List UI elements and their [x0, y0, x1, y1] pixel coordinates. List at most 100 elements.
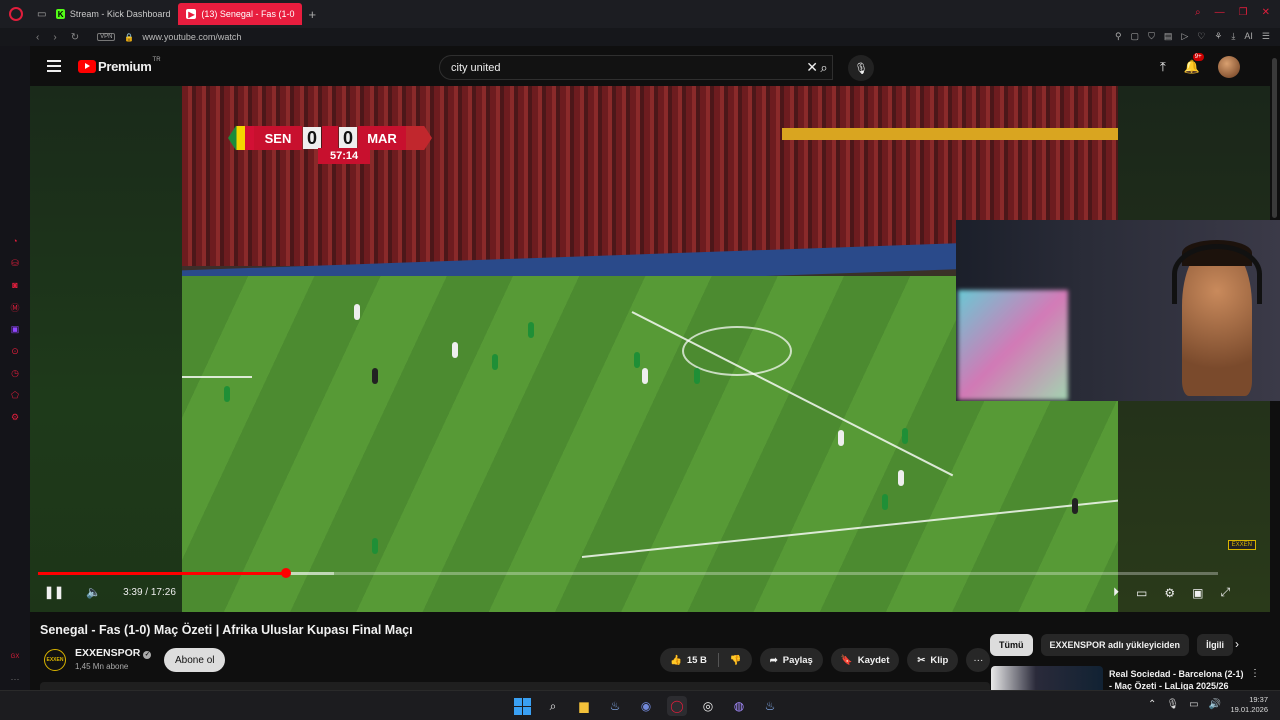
discord-icon[interactable]: ◉: [636, 696, 656, 716]
recommended-title[interactable]: Real Sociedad - Barcelona (2-1) - Maç Öz…: [1109, 668, 1249, 692]
volume-icon[interactable]: 🔈: [86, 585, 101, 599]
player-icon[interactable]: ▷: [1181, 31, 1188, 42]
clip-button[interactable]: ✂ Klip: [907, 648, 959, 672]
sidebar-bag-icon[interactable]: ⛁: [11, 252, 19, 274]
vpn-badge[interactable]: VPN: [97, 33, 116, 41]
forward-button[interactable]: ›: [53, 32, 56, 43]
steam-icon[interactable]: ♨: [605, 696, 625, 716]
home-team: SEN: [254, 126, 302, 150]
tray-chevron-up-icon[interactable]: ⌃: [1148, 699, 1156, 710]
new-tab-button[interactable]: +: [308, 7, 316, 22]
notifications-button[interactable]: 🔔 9+: [1184, 53, 1204, 75]
close-window-button[interactable]: ✕: [1262, 7, 1270, 18]
share-button[interactable]: ➦ Paylaş: [759, 648, 823, 672]
chip-related[interactable]: İlgili: [1197, 634, 1234, 656]
chevron-right-icon[interactable]: ›: [1235, 637, 1239, 651]
heart-icon[interactable]: ♡: [1197, 31, 1205, 42]
fullscreen-icon[interactable]: ⤢: [1220, 585, 1230, 600]
obs-icon[interactable]: ◎: [698, 696, 718, 716]
youtube-logo[interactable]: Premium TR: [78, 57, 161, 74]
like-icon[interactable]: 👍: [670, 655, 682, 666]
tab-youtube-video[interactable]: ▶ (13) Senegal - Fas (1-0: [178, 3, 303, 25]
sidebar-settings-icon[interactable]: ⚙: [11, 406, 19, 428]
sidebar-history-icon[interactable]: ◷: [11, 362, 19, 384]
subscribe-button[interactable]: Abone ol: [164, 648, 226, 672]
autoplay-toggle-icon[interactable]: ⏵: [1113, 585, 1119, 600]
pin-icon[interactable]: ⚲: [1115, 31, 1122, 42]
search-box[interactable]: city united ✕: [439, 55, 833, 80]
recommended-more-icon[interactable]: ⋮: [1250, 668, 1260, 679]
opera-gx-taskbar-icon[interactable]: ◯: [667, 696, 687, 716]
snapshot-icon[interactable]: ▢: [1131, 31, 1140, 42]
channel-name[interactable]: EXXENSPOR ✓: [75, 647, 152, 659]
maximize-button[interactable]: ❐: [1239, 7, 1248, 18]
recommended-thumbnail[interactable]: [991, 666, 1103, 692]
menu-icon[interactable]: ☰: [1262, 31, 1270, 42]
miniplayer-icon[interactable]: ▣: [1192, 586, 1203, 600]
extensions-icon[interactable]: ⚘: [1214, 31, 1222, 42]
tray-display-icon[interactable]: ▭: [1189, 699, 1198, 710]
tab-label: (13) Senegal - Fas (1-0: [201, 9, 295, 19]
dislike-icon[interactable]: 👎: [730, 655, 742, 666]
footballer: [902, 428, 908, 444]
more-actions-button[interactable]: ···: [966, 648, 991, 672]
voice-search-button[interactable]: 🎙: [848, 55, 874, 81]
description-box-edge: [40, 682, 990, 690]
wallet-icon[interactable]: ▤: [1164, 31, 1173, 42]
channel-watermark[interactable]: EXXEN: [1227, 540, 1256, 550]
tab-label: Stream - Kick Dashboard: [69, 9, 171, 19]
hamburger-menu-icon[interactable]: [47, 60, 61, 72]
save-button[interactable]: 🔖 Kaydet: [830, 648, 900, 672]
subtitles-icon[interactable]: ▭: [1136, 586, 1147, 600]
like-count[interactable]: 15 B: [687, 655, 707, 666]
video-player[interactable]: SEN 0 0 MAR 57:14 EXXEN ❚❚ 🔈 3:39 / 17:2…: [30, 86, 1280, 612]
url-field[interactable]: www.youtube.com/watch: [142, 32, 241, 42]
chat-app-icon[interactable]: ◍: [729, 696, 749, 716]
settings-gear-icon[interactable]: ⚙: [1164, 586, 1175, 600]
scrubber-handle[interactable]: [280, 568, 291, 578]
sidebar-m-icon[interactable]: Ⓜ: [10, 296, 19, 318]
upload-icon[interactable]: ⤒: [1160, 59, 1166, 75]
steam-client-icon[interactable]: ♨: [760, 696, 780, 716]
windows-start-icon[interactable]: [512, 696, 532, 716]
back-button[interactable]: ‹: [36, 32, 39, 43]
stadium-banner: [782, 128, 1118, 140]
chip-all[interactable]: Tümü: [990, 634, 1033, 656]
tray-mic-icon[interactable]: 🎙: [1166, 699, 1179, 710]
shield-icon[interactable]: ⛉: [1148, 31, 1155, 42]
chip-from-uploader[interactable]: EXXENSPOR adlı yükleyiciden: [1040, 634, 1190, 656]
file-explorer-icon[interactable]: ▆: [574, 696, 594, 716]
tab-kick-dashboard[interactable]: K Stream - Kick Dashboard: [50, 3, 178, 25]
youtube-icon: ▶: [186, 9, 197, 19]
progress-bar[interactable]: [38, 568, 1218, 578]
sidebar-twitch-icon[interactable]: ▣: [11, 318, 20, 340]
tray-volume-icon[interactable]: 🔊: [1209, 699, 1221, 710]
ai-icon[interactable]: AI: [1244, 31, 1253, 42]
search-tabs-icon[interactable]: ⌕: [1195, 7, 1201, 18]
channel-avatar[interactable]: EXXEN: [44, 649, 66, 671]
page-scrollbar[interactable]: [1272, 58, 1277, 218]
sidebar-messenger-icon[interactable]: ◙: [12, 274, 17, 296]
sidebar-player-icon[interactable]: ⊙: [11, 340, 19, 362]
sidebar-aria-icon[interactable]: ◔: [12, 230, 17, 252]
workspace-icon[interactable]: ▭: [37, 9, 46, 20]
channel-name-label[interactable]: EXXENSPOR: [75, 647, 140, 659]
video-blur-left: [30, 86, 182, 612]
sidebar-extensions-icon[interactable]: ⬠: [11, 384, 19, 406]
downloads-icon[interactable]: ⤓: [1231, 31, 1235, 42]
sidebar-more-icon[interactable]: ···: [11, 668, 20, 690]
reload-button[interactable]: ↻: [71, 32, 79, 43]
opera-logo-icon[interactable]: [9, 7, 23, 21]
system-clock[interactable]: 19:37 19.01.2026: [1230, 695, 1268, 715]
minimize-button[interactable]: —: [1215, 7, 1225, 18]
sidebar-gx-icon[interactable]: GX: [11, 646, 20, 668]
lock-icon[interactable]: 🔒: [124, 33, 134, 42]
pause-button[interactable]: ❚❚: [44, 585, 64, 599]
footballer: [354, 304, 360, 320]
footballer: [492, 354, 498, 370]
avatar[interactable]: [1217, 56, 1240, 78]
video-actions: 👍 15 B 👎 ➦ Paylaş 🔖 Kaydet ✂ Klip ···: [660, 648, 991, 672]
search-input[interactable]: city united: [451, 62, 806, 74]
search-button[interactable]: ⌕: [803, 55, 845, 80]
taskbar-search-icon[interactable]: ⌕: [543, 696, 563, 716]
